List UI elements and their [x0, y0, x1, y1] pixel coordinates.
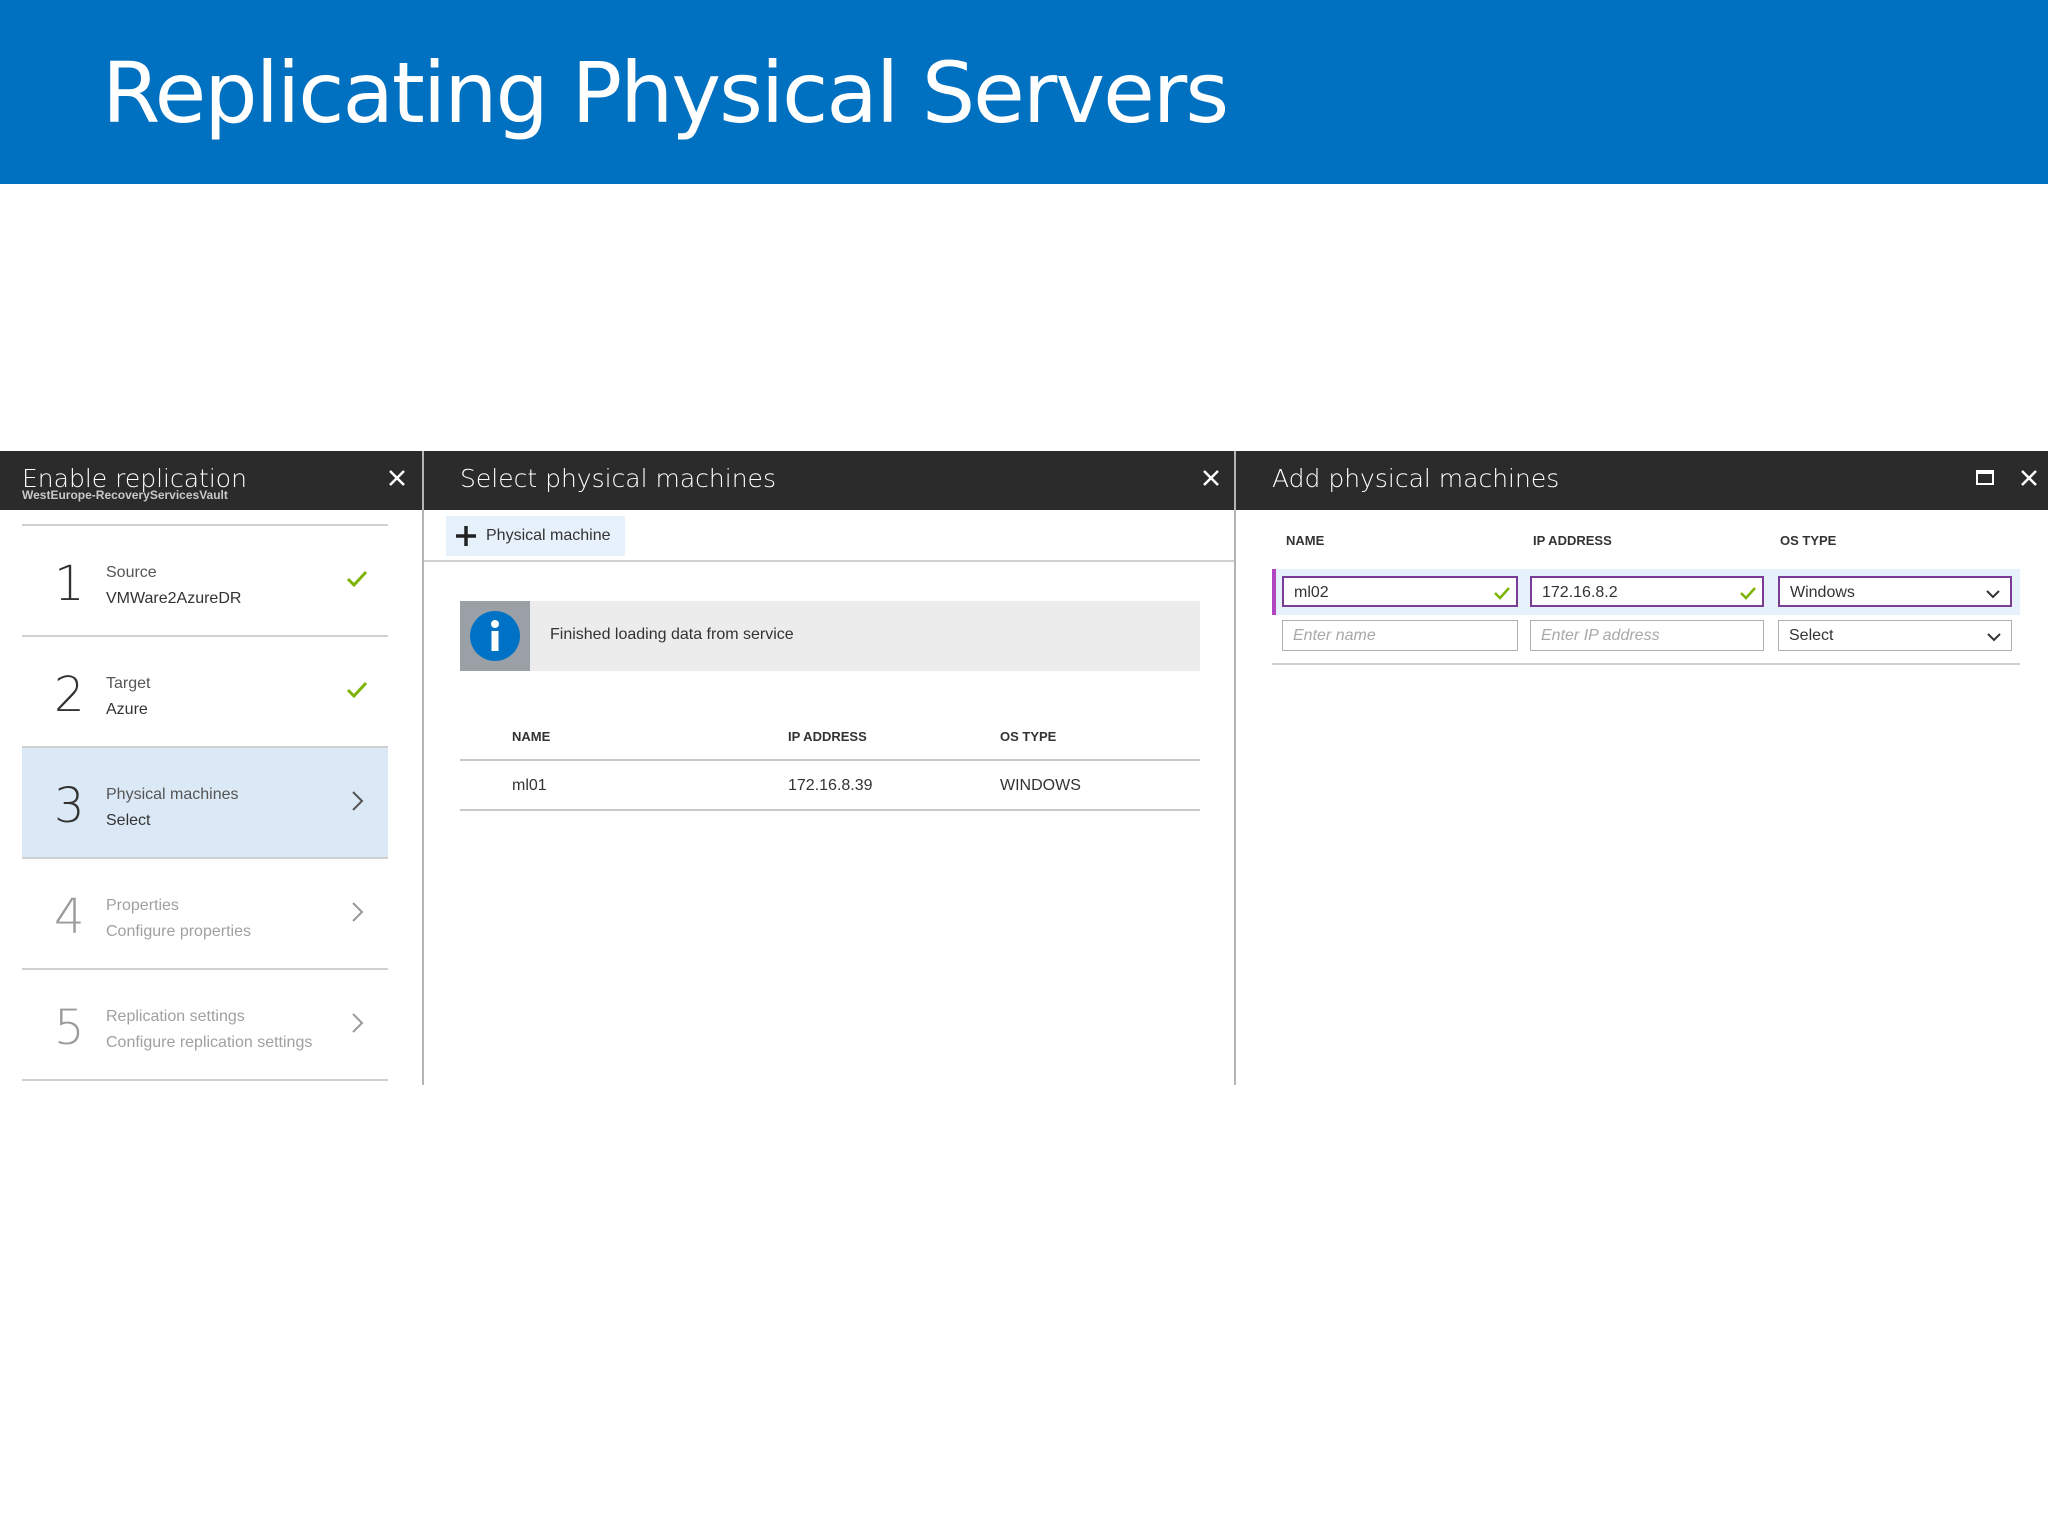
step-number: 1 — [54, 556, 85, 612]
step-number: 2 — [54, 667, 85, 723]
maximize-icon[interactable] — [1970, 463, 2000, 493]
info-message: Finished loading data from service — [550, 626, 794, 643]
add-physical-machine-button[interactable]: Physical machine — [446, 516, 625, 556]
chevron-down-icon — [1987, 633, 2001, 642]
ip-address-field[interactable]: 172.16.8.2 — [1530, 576, 1764, 607]
blade-header: Add physical machines — [1236, 451, 2048, 510]
close-icon[interactable] — [2014, 463, 2044, 493]
add-button-label: Physical machine — [486, 527, 611, 544]
checkmark-icon — [344, 677, 370, 703]
machine-entry-row: ml02 172.16.8.2 Windows — [1272, 569, 2020, 615]
checkmark-icon — [1494, 587, 1510, 600]
enable-replication-blade: Enable replication WestEurope-RecoverySe… — [0, 451, 424, 1085]
cell-os: WINDOWS — [1000, 777, 1081, 794]
step-replication-settings[interactable]: 5 Replication settings Configure replica… — [22, 970, 388, 1081]
select-physical-machines-blade: Select physical machines Physical machin… — [424, 451, 1236, 1085]
cell-name: ml01 — [512, 777, 547, 794]
step-source[interactable]: 1 Source VMWare2AzureDR — [22, 526, 388, 637]
plus-icon — [456, 526, 476, 546]
chevron-down-icon — [1986, 590, 2000, 599]
name-field[interactable]: ml02 — [1282, 576, 1518, 607]
blade-header: Select physical machines — [424, 451, 1234, 510]
os-select-value: Select — [1789, 627, 1834, 644]
cell-ip: 172.16.8.39 — [788, 777, 873, 794]
blade-title: Select physical machines — [460, 464, 776, 493]
add-physical-machines-blade: Add physical machines NAME IP ADDRESS OS… — [1236, 451, 2048, 1085]
title-banner: Replicating Physical Servers — [0, 0, 2048, 184]
step-title: Source — [106, 564, 157, 581]
os-select-value: Windows — [1790, 584, 1855, 601]
step-title: Physical machines — [106, 786, 239, 803]
chevron-right-icon — [344, 788, 370, 814]
chevron-right-icon — [344, 899, 370, 925]
command-bar: Physical machine — [424, 510, 1234, 562]
info-icon — [460, 601, 530, 671]
name-placeholder: Enter name — [1293, 627, 1376, 644]
new-machine-row: Enter name Enter IP address Select — [1272, 615, 2020, 665]
banner-title: Replicating Physical Servers — [102, 44, 1229, 142]
checkmark-icon — [1740, 587, 1756, 600]
wizard-steps: 1 Source VMWare2AzureDR 2 Target Azure 3… — [22, 524, 388, 1081]
step-value: Configure replication settings — [106, 1034, 313, 1051]
checkmark-icon — [344, 566, 370, 592]
ip-address-field-empty[interactable]: Enter IP address — [1530, 620, 1764, 651]
close-icon[interactable] — [382, 463, 412, 493]
os-type-select-empty[interactable]: Select — [1778, 620, 2012, 651]
step-number: 3 — [54, 778, 85, 834]
step-value: VMWare2AzureDR — [106, 590, 242, 607]
step-value: Azure — [106, 701, 148, 718]
column-header-os: OS TYPE — [1780, 533, 1837, 548]
step-number: 4 — [54, 889, 85, 945]
info-notification: Finished loading data from service — [460, 601, 1200, 671]
step-title: Target — [106, 675, 151, 692]
step-value: Configure properties — [106, 923, 251, 940]
column-header-os: OS TYPE — [1000, 729, 1057, 744]
blade-title: Add physical machines — [1272, 464, 1560, 493]
name-field-empty[interactable]: Enter name — [1282, 620, 1518, 651]
ip-placeholder: Enter IP address — [1541, 627, 1660, 644]
vault-name: WestEurope-RecoveryServicesVault — [22, 488, 228, 502]
column-header-ip: IP ADDRESS — [1533, 533, 1612, 548]
name-field-value: ml02 — [1294, 584, 1329, 601]
ip-field-value: 172.16.8.2 — [1542, 584, 1618, 601]
step-physical-machines[interactable]: 3 Physical machines Select — [22, 748, 388, 859]
blade-header: Enable replication WestEurope-RecoverySe… — [0, 451, 422, 510]
close-icon[interactable] — [1196, 463, 1226, 493]
grid-header: NAME IP ADDRESS OS TYPE — [460, 709, 1200, 761]
table-row[interactable]: ml01 172.16.8.39 WINDOWS — [460, 761, 1200, 811]
column-header-name: NAME — [1286, 533, 1325, 548]
step-title: Properties — [106, 897, 179, 914]
step-value: Select — [106, 812, 151, 829]
column-header-name: NAME — [512, 729, 551, 744]
os-type-select[interactable]: Windows — [1778, 576, 2012, 607]
step-properties[interactable]: 4 Properties Configure properties — [22, 859, 388, 970]
step-number: 5 — [54, 1000, 85, 1056]
column-header-ip: IP ADDRESS — [788, 729, 867, 744]
chevron-right-icon — [344, 1010, 370, 1036]
step-target[interactable]: 2 Target Azure — [22, 637, 388, 748]
step-title: Replication settings — [106, 1008, 245, 1025]
machines-grid: NAME IP ADDRESS OS TYPE ml01 172.16.8.39… — [460, 709, 1200, 811]
